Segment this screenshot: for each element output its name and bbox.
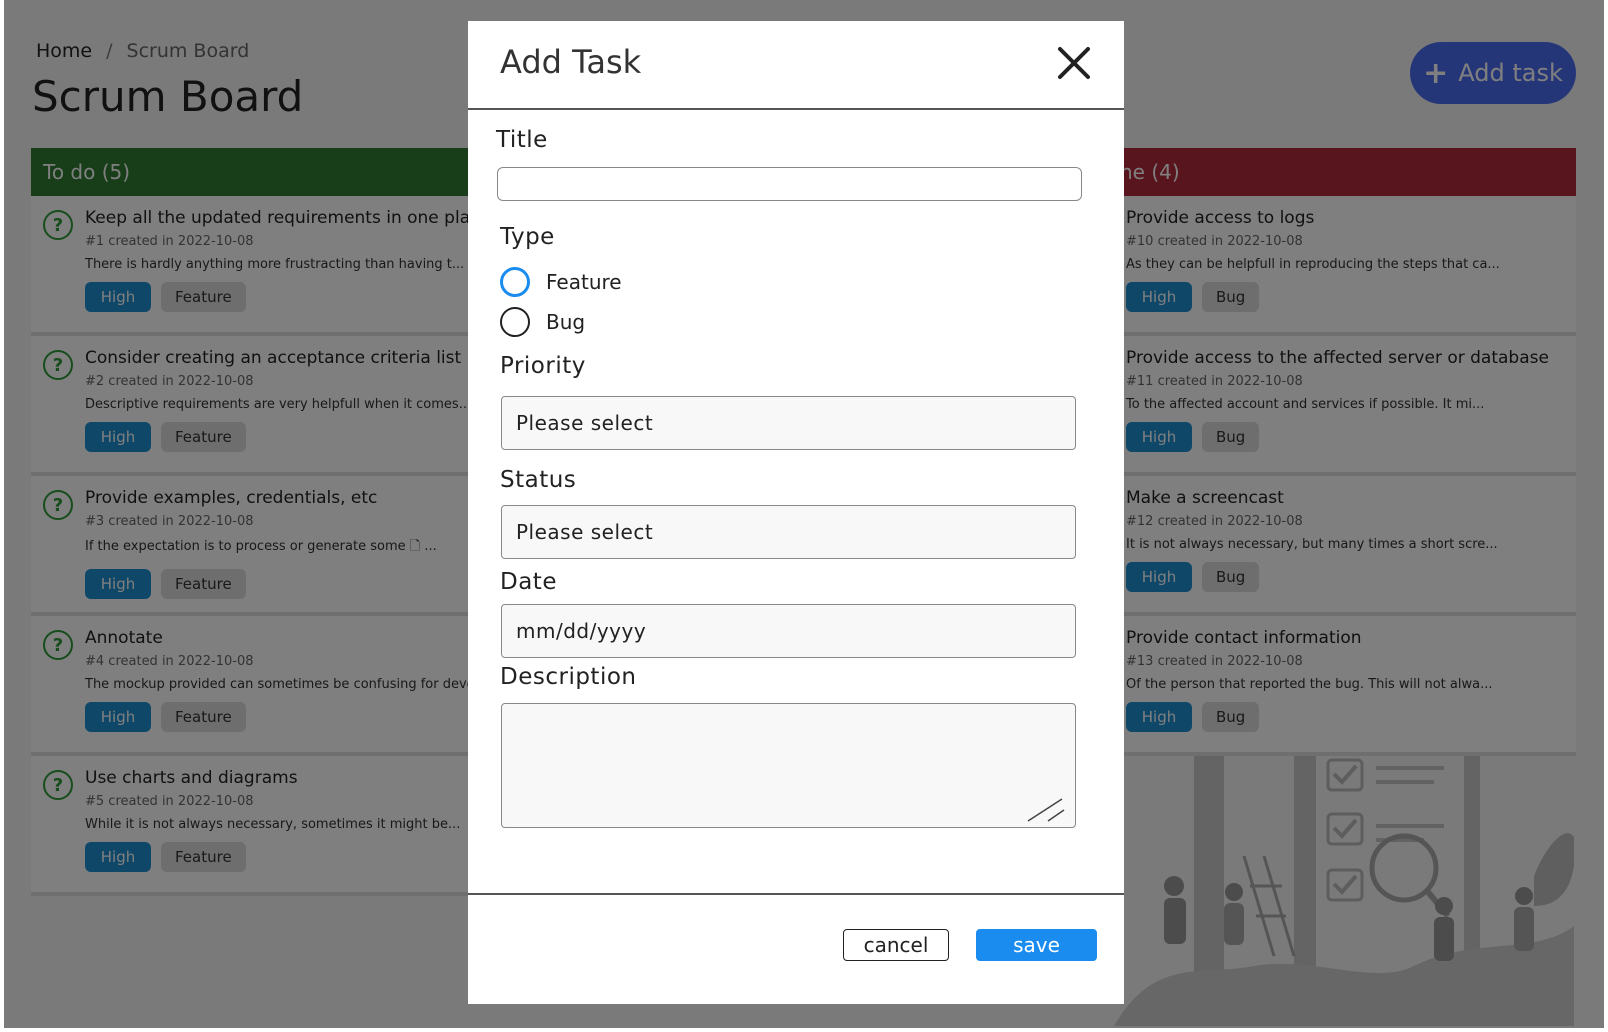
page: Home / Scrum Board Scrum Board + Add tas… [0, 0, 1608, 1032]
description-label: Description [500, 664, 637, 690]
title-label: Title [496, 127, 548, 153]
priority-select[interactable]: Please select [501, 396, 1076, 450]
type-option-bug[interactable]: Bug [500, 307, 585, 337]
modal-header: Add Task [468, 21, 1124, 110]
add-task-modal: Add Task Title Type Feature Bug Priority… [468, 21, 1124, 1004]
status-label: Status [500, 467, 577, 493]
modal-footer: cancel save [468, 893, 1124, 1004]
radio-bug-label: Bug [546, 310, 586, 334]
type-option-feature[interactable]: Feature [500, 267, 622, 297]
title-input[interactable] [497, 167, 1082, 201]
priority-label: Priority [500, 353, 586, 379]
cancel-button[interactable]: cancel [843, 929, 949, 961]
close-icon[interactable] [1056, 45, 1092, 81]
radio-feature[interactable] [500, 267, 530, 297]
date-input[interactable]: mm/dd/yyyy [501, 604, 1076, 658]
resize-handle-icon[interactable] [1026, 797, 1068, 823]
radio-bug[interactable] [500, 307, 530, 337]
radio-feature-label: Feature [546, 270, 622, 294]
description-textarea[interactable] [501, 703, 1076, 828]
type-label: Type [500, 224, 555, 250]
date-label: Date [500, 569, 557, 595]
status-select[interactable]: Please select [501, 505, 1076, 559]
modal-title: Add Task [500, 43, 642, 81]
save-button[interactable]: save [976, 929, 1097, 961]
